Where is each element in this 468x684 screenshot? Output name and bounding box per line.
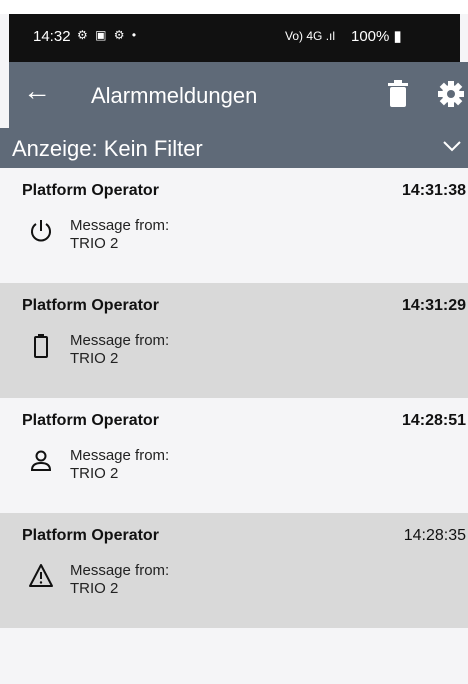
alarm-list-item[interactable]: Platform Operator 14:28:35 Message from:… [0,513,468,628]
alarm-message: Message from: TRIO 2 [70,217,169,253]
alarm-message: Message from: TRIO 2 [70,562,169,598]
status-bar: 14:32 ⚙ ▣ ⚙ • Vo) 4G .ıl 100% ▮ [9,14,460,62]
alarm-message: Message from: TRIO 2 [70,447,169,483]
alarm-message-line2: TRIO 2 [70,465,119,482]
alarm-time: 14:31:29 [401,297,466,314]
battery-text: 100% [351,28,390,45]
alarm-message-line2: TRIO 2 [70,350,119,367]
alarm-message-line2: TRIO 2 [70,235,119,252]
screen: 14:32 ⚙ ▣ ⚙ • Vo) 4G .ıl 100% ▮ ← Alarmm… [0,0,468,684]
alarm-list-item[interactable]: Platform Operator 14:31:38 Message from:… [0,168,468,283]
alarm-time: 14:31:38 [401,182,466,199]
warning-icon [28,563,54,589]
trash-icon[interactable] [387,80,409,113]
gear-icon[interactable] [437,80,465,113]
alarm-message-line1: Message from: [70,332,170,349]
alarm-title: Platform Operator [22,412,159,429]
alarm-message-line1: Message from: [70,217,170,234]
battery-icon [28,333,54,359]
filter-label: Anzeige: Kein Filter [12,136,203,161]
battery-indicator: 100% ▮ [351,27,402,45]
chevron-down-icon[interactable] [442,136,462,161]
alarm-title: Platform Operator [22,297,159,314]
alarm-title: Platform Operator [22,527,159,544]
alarm-time: 14:28:51 [401,412,466,429]
person-icon [28,448,54,474]
status-time: 14:32 [33,28,71,45]
power-icon [28,218,54,244]
alarm-message: Message from: TRIO 2 [70,332,169,368]
top-margin [0,0,468,14]
alarm-list-item[interactable]: Platform Operator 14:31:29 Message from:… [0,283,468,398]
page-title: Alarmmeldungen [91,83,258,108]
battery-icon: ▮ [393,28,402,45]
filter-dropdown[interactable]: Anzeige: Kein Filter [0,128,468,168]
alarm-message-line1: Message from: [70,562,170,579]
alarm-message-line2: TRIO 2 [70,580,119,597]
alarm-title: Platform Operator [22,182,159,199]
back-arrow-icon[interactable]: ← [23,76,51,106]
status-network-icons: Vo) 4G .ıl [285,29,336,43]
app-bar: ← Alarmmeldungen [9,62,468,128]
alarm-time: 14:28:35 [403,527,466,544]
alarm-message-line1: Message from: [70,447,170,464]
alarm-list: Platform Operator 14:31:38 Message from:… [0,168,468,628]
alarm-list-item[interactable]: Platform Operator 14:28:51 Message from:… [0,398,468,513]
status-notification-icons: ⚙ ▣ ⚙ • [77,28,139,42]
